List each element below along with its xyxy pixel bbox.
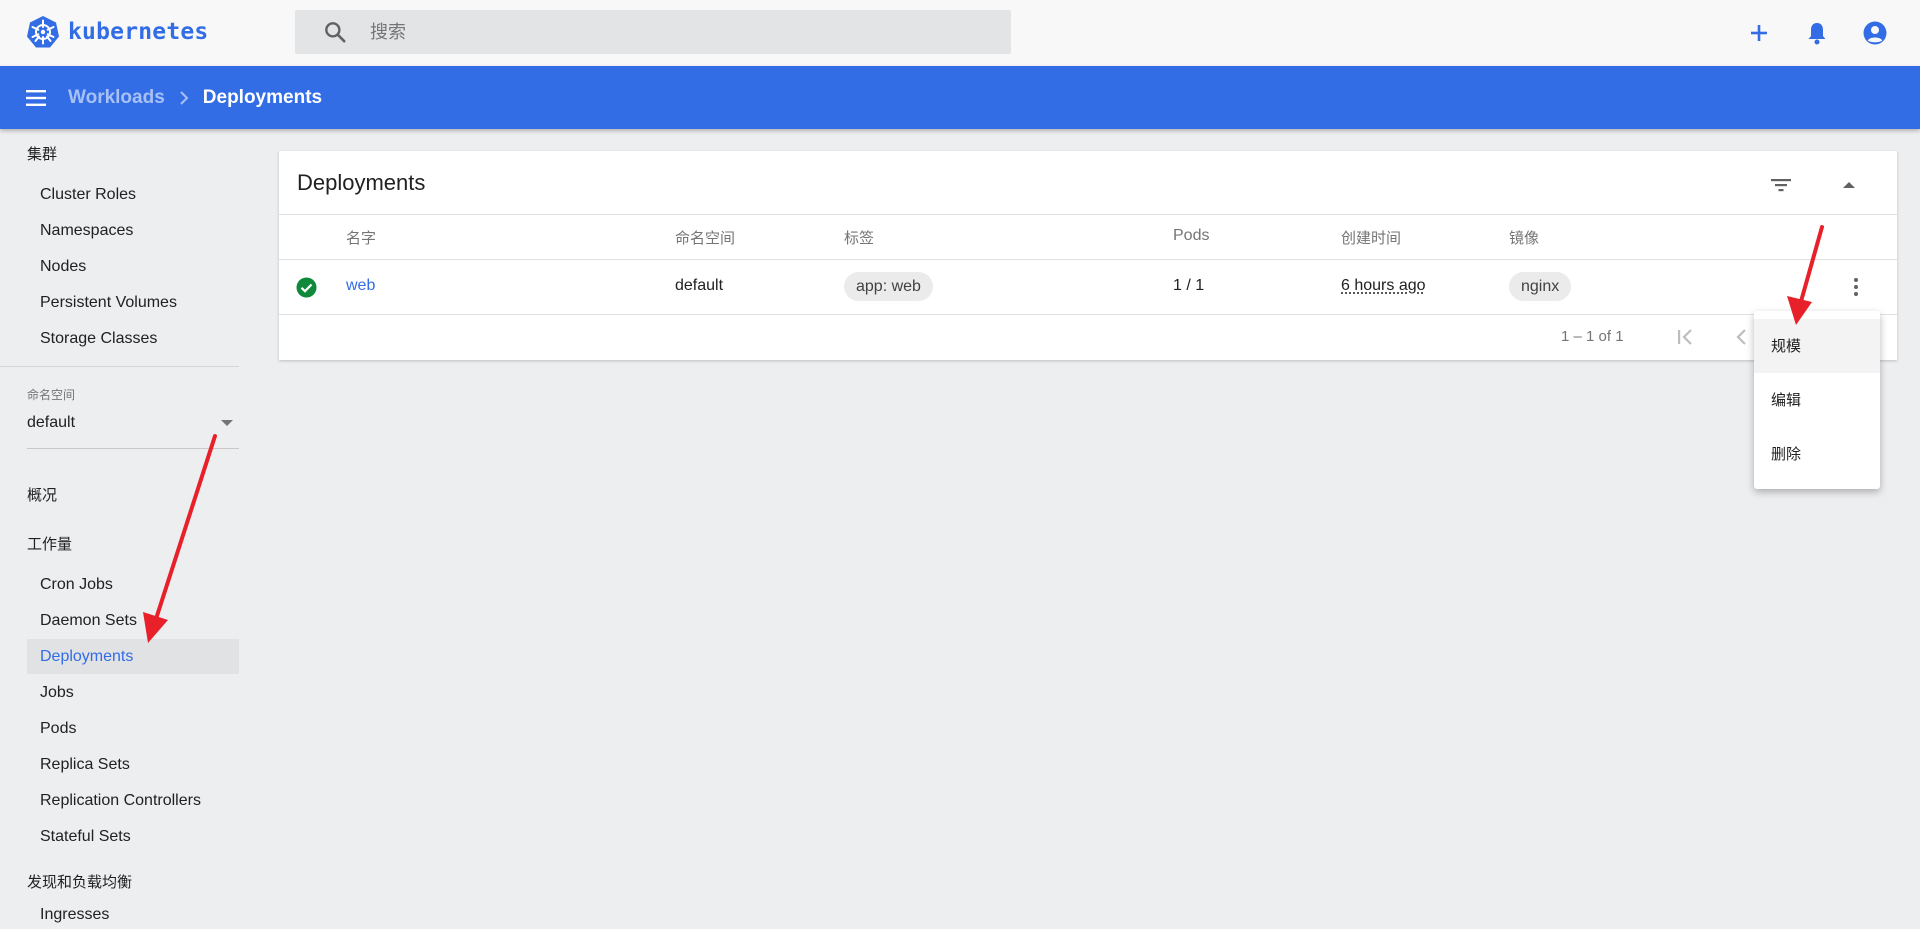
label-chip: app: web	[844, 272, 933, 301]
pagination-range: 1 – 1 of 1	[1561, 328, 1624, 345]
table-footer-divider	[279, 314, 1897, 315]
column-header-pods: Pods	[1173, 227, 1209, 245]
sidebar-item-nodes[interactable]: Nodes	[27, 249, 239, 284]
dropdown-caret-icon	[221, 420, 233, 426]
chevron-left-icon[interactable]	[1729, 324, 1755, 350]
deployment-created: 6 hours ago	[1341, 277, 1426, 295]
sidebar-item-cluster-roles[interactable]: Cluster Roles	[27, 177, 239, 212]
top-bar: kubernetes	[0, 0, 1920, 66]
app-bar: Workloads Deployments	[0, 66, 1920, 129]
annotation-arrows	[0, 0, 1920, 929]
brand-name: kubernetes	[68, 19, 208, 45]
sidebar-item-stateful-sets[interactable]: Stateful Sets	[27, 819, 239, 854]
image-chip: nginx	[1509, 272, 1571, 301]
bell-icon	[1802, 18, 1832, 48]
namespace-select[interactable]: default	[27, 413, 239, 449]
sidebar-item-ingresses[interactable]: Ingresses	[27, 897, 239, 929]
menu-item-edit[interactable]: 编辑	[1754, 373, 1880, 427]
breadcrumb-workloads[interactable]: Workloads	[68, 87, 165, 109]
sidebar-item-storage-classes[interactable]: Storage Classes	[27, 321, 239, 356]
deployments-card: Deployments 名字 命名空间 标签 Pods 创建时间 镜像 web …	[279, 151, 1897, 360]
sidebar: 集群 Cluster Roles Namespaces Nodes Persis…	[0, 129, 239, 929]
account-circle-icon	[1860, 18, 1890, 48]
row-action-menu: 规模 编辑 删除	[1754, 311, 1880, 489]
search-bar[interactable]	[295, 10, 1011, 54]
namespace-value: default	[27, 414, 75, 431]
sidebar-item-namespaces[interactable]: Namespaces	[27, 213, 239, 248]
collapse-arrow-icon[interactable]	[1835, 171, 1863, 199]
sidebar-item-jobs[interactable]: Jobs	[27, 675, 239, 710]
column-header-name[interactable]: 名字	[346, 227, 376, 248]
sidebar-item-pods[interactable]: Pods	[27, 711, 239, 746]
search-icon	[322, 19, 348, 45]
notifications-button[interactable]	[1802, 18, 1832, 48]
column-header-labels: 标签	[844, 227, 874, 248]
filter-icon[interactable]	[1767, 171, 1795, 199]
sidebar-item-overview[interactable]: 概况	[27, 484, 57, 505]
breadcrumb-deployments: Deployments	[203, 87, 322, 109]
more-vert-icon[interactable]	[1844, 275, 1868, 299]
table-row: web default app: web 1 / 1 6 hours ago n…	[279, 260, 1897, 314]
column-header-images: 镜像	[1509, 227, 1539, 248]
sidebar-item-replication-controllers[interactable]: Replication Controllers	[27, 783, 239, 818]
check-circle-icon	[296, 277, 317, 298]
deployment-name-link[interactable]: web	[346, 277, 375, 295]
menu-icon[interactable]	[24, 85, 50, 111]
sidebar-section-cluster[interactable]: 集群	[27, 143, 57, 164]
sidebar-divider	[0, 366, 239, 367]
account-button[interactable]	[1860, 18, 1890, 48]
top-actions	[1744, 18, 1890, 48]
create-button[interactable]	[1744, 18, 1774, 48]
namespace-label: 命名空间	[27, 386, 75, 403]
sidebar-section-workloads[interactable]: 工作量	[27, 533, 72, 554]
column-header-created[interactable]: 创建时间	[1341, 227, 1401, 248]
sidebar-item-daemon-sets[interactable]: Daemon Sets	[27, 603, 239, 638]
card-title: Deployments	[297, 170, 425, 196]
menu-item-scale[interactable]: 规模	[1754, 319, 1880, 373]
kubernetes-helm-icon	[26, 15, 60, 49]
menu-item-delete[interactable]: 删除	[1754, 427, 1880, 481]
plus-icon	[1744, 18, 1774, 48]
column-header-namespace: 命名空间	[675, 227, 735, 248]
sidebar-section-discovery[interactable]: 发现和负载均衡	[27, 871, 132, 892]
sidebar-item-deployments[interactable]: Deployments	[27, 639, 239, 674]
search-input[interactable]	[370, 22, 970, 43]
breadcrumb: Workloads Deployments	[68, 87, 322, 109]
deployment-pods: 1 / 1	[1173, 277, 1204, 295]
sidebar-item-cron-jobs[interactable]: Cron Jobs	[27, 567, 239, 602]
logo[interactable]: kubernetes	[26, 15, 208, 49]
first-page-icon[interactable]	[1673, 324, 1699, 350]
deployment-namespace: default	[675, 277, 723, 295]
chevron-right-icon	[175, 89, 193, 107]
sidebar-item-replica-sets[interactable]: Replica Sets	[27, 747, 239, 782]
sidebar-item-persistent-volumes[interactable]: Persistent Volumes	[27, 285, 239, 320]
card-divider	[279, 214, 1897, 215]
